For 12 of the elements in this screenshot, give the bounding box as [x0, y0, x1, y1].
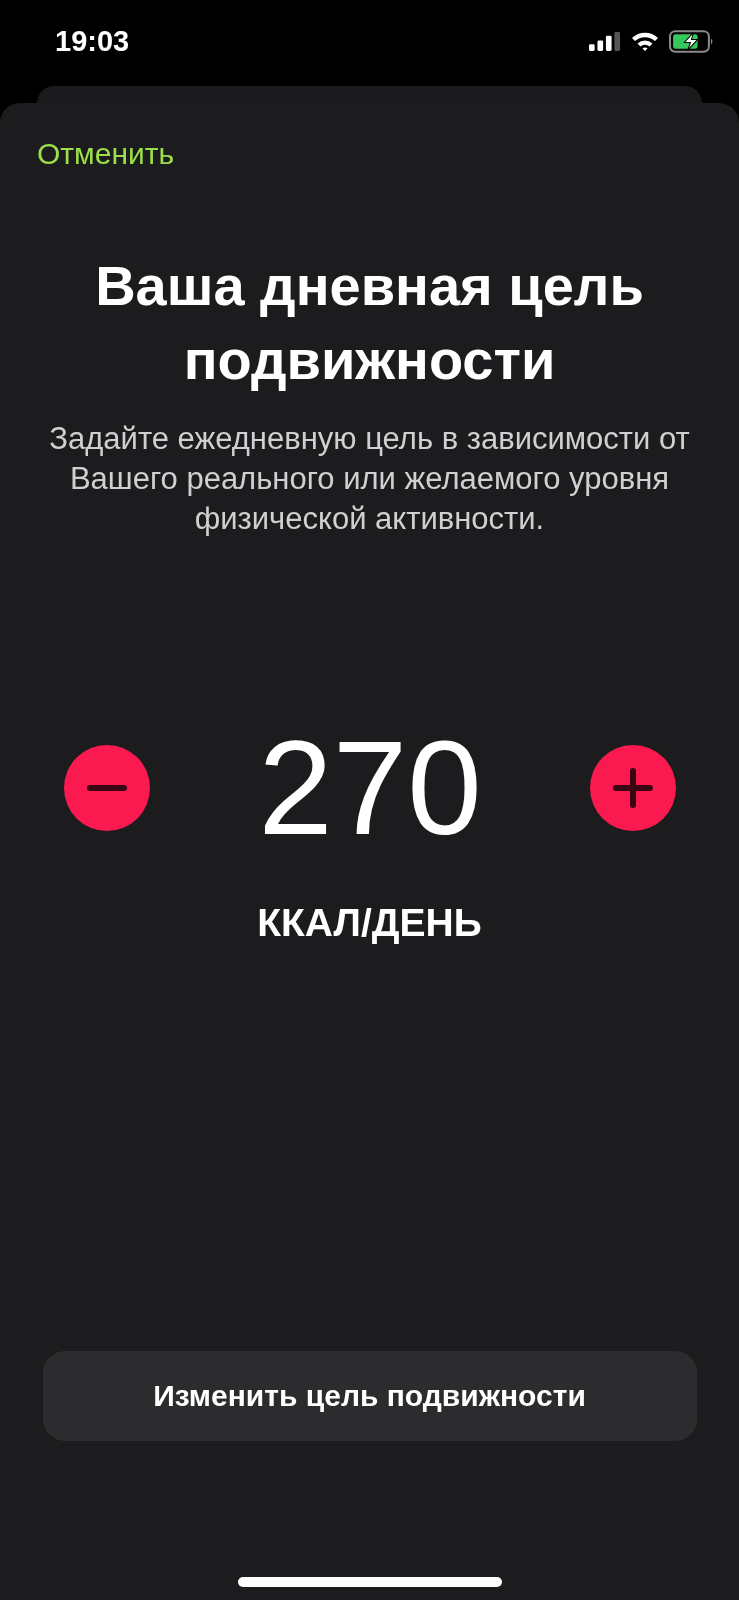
plus-icon: [613, 768, 653, 808]
goal-title: Ваша дневная цель подвижности: [94, 253, 645, 393]
minus-icon: [87, 785, 127, 791]
wifi-icon: [631, 31, 659, 51]
status-time: 19:03: [55, 24, 130, 58]
battery-charging-icon: [669, 29, 714, 53]
goal-value: 270: [258, 721, 482, 855]
change-goal-button[interactable]: Изменить цель подвижности: [42, 1351, 697, 1441]
goal-description: Задайте ежедневную цель в зависимости от Вашего реального или желаемого уровня физической активности.: [48, 420, 691, 538]
goal-unit: ККАЛ/ДЕНЬ: [257, 901, 482, 945]
cancel-link[interactable]: Отменить: [37, 137, 175, 170]
signal-icon: [589, 31, 621, 51]
